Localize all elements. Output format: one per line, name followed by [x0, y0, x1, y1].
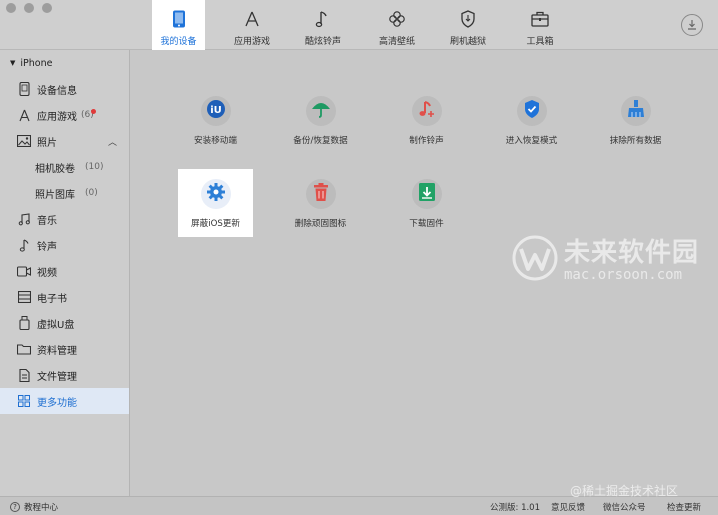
sidebar-item-ringtones[interactable]: 铃声	[0, 232, 129, 258]
grid-icon	[17, 394, 31, 408]
tab-ringtones[interactable]: 酷炫铃声	[288, 0, 358, 50]
close-window-button[interactable]	[6, 3, 16, 13]
install-mobile-icon: iU	[206, 99, 226, 123]
flower-icon	[387, 9, 407, 29]
shield-icon	[458, 9, 478, 29]
sidebar-item-more-features[interactable]: 更多功能	[0, 388, 129, 414]
check-update-link[interactable]: 检查更新	[667, 501, 701, 513]
tab-apps-games[interactable]: 应用游戏	[217, 0, 287, 50]
tool-backup-restore[interactable]: 备份/恢复数据	[283, 86, 358, 154]
sidebar-item-camera-roll[interactable]: 相机胶卷 (10)	[0, 154, 129, 180]
file-icon	[17, 368, 31, 382]
watermark: 未来软件园 mac.orsoon.com	[512, 232, 699, 283]
device-info-icon	[17, 82, 31, 96]
sidebar-item-apps[interactable]: 应用游戏 (6)	[0, 102, 129, 128]
zoom-window-button[interactable]	[42, 3, 52, 13]
sidebar-item-file-management[interactable]: 文件管理	[0, 362, 129, 388]
sidebar-item-device-info[interactable]: 设备信息	[0, 76, 129, 102]
download-firmware-icon	[418, 182, 436, 206]
app-store-icon	[242, 9, 262, 29]
erase-brush-icon	[626, 99, 646, 123]
sidebar-item-photo-library[interactable]: 照片图库 (0)	[0, 180, 129, 206]
tool-make-ringtone[interactable]: 制作铃声	[389, 86, 464, 154]
toolbox-icon	[530, 9, 550, 29]
usb-drive-icon	[17, 316, 31, 330]
tab-toolbox[interactable]: 工具箱	[505, 0, 575, 50]
tool-erase-all-data[interactable]: 抹除所有数据	[598, 86, 673, 154]
device-header[interactable]: ▼ iPhone	[0, 50, 129, 76]
tool-block-ios-update[interactable]: 屏蔽iOS更新	[178, 169, 253, 237]
music-note-icon	[313, 9, 333, 29]
wechat-link[interactable]: 微信公众号	[603, 501, 646, 513]
tool-delete-stubborn-icons[interactable]: 删除顽固图标	[283, 169, 358, 237]
window-controls	[6, 3, 52, 13]
ringtone-icon	[17, 238, 31, 252]
sidebar-item-virtual-usb[interactable]: 虚拟U盘	[0, 310, 129, 336]
sidebar-item-ebooks[interactable]: 电子书	[0, 284, 129, 310]
tool-download-firmware[interactable]: 下载固件	[389, 169, 464, 237]
app-store-icon	[17, 108, 31, 122]
feedback-link[interactable]: 意见反馈	[551, 501, 585, 513]
video-icon	[17, 264, 31, 278]
chevron-up-icon[interactable]: ︿	[108, 135, 117, 148]
trash-icon	[312, 182, 330, 206]
tab-my-device[interactable]: 我的设备	[152, 0, 205, 50]
site-watermark: @稀土掘金技术社区	[570, 484, 679, 498]
folder-icon	[17, 342, 31, 356]
help-icon: ?	[10, 502, 20, 512]
svg-text:iU: iU	[210, 105, 222, 116]
tab-wallpapers[interactable]: 高清壁纸	[362, 0, 432, 50]
tab-flash-jailbreak[interactable]: 刷机越狱	[433, 0, 503, 50]
download-icon[interactable]	[681, 14, 703, 36]
sidebar-item-music[interactable]: 音乐	[0, 206, 129, 232]
photo-icon	[17, 134, 31, 148]
sidebar: ▼ iPhone 设备信息 应用游戏 (6) 照片 ︿ 相机胶卷 (10) 照片…	[0, 50, 130, 496]
gear-icon	[206, 182, 226, 206]
caret-down-icon: ▼	[10, 59, 16, 67]
ebook-icon	[17, 290, 31, 304]
top-toolbar: 我的设备 应用游戏 酷炫铃声 高清壁纸 刷机越狱 工具箱	[0, 0, 718, 50]
tool-recovery-mode[interactable]: 进入恢复模式	[494, 86, 569, 154]
sidebar-item-photos[interactable]: 照片 ︿	[0, 128, 129, 154]
sidebar-item-videos[interactable]: 视频	[0, 258, 129, 284]
watermark-logo-icon	[512, 235, 558, 280]
recovery-shield-icon	[523, 99, 541, 123]
sidebar-item-data-management[interactable]: 资料管理	[0, 336, 129, 362]
notification-dot	[91, 109, 96, 114]
version-label: 公测版: 1.01	[490, 503, 540, 513]
phone-icon	[169, 9, 189, 29]
minimize-window-button[interactable]	[24, 3, 34, 13]
make-ringtone-icon	[417, 99, 437, 123]
umbrella-icon	[311, 99, 331, 123]
music-icon	[17, 212, 31, 226]
help-center-link[interactable]: ? 教程中心	[10, 501, 58, 513]
tool-install-mobile[interactable]: iU 安装移动端	[178, 86, 253, 154]
